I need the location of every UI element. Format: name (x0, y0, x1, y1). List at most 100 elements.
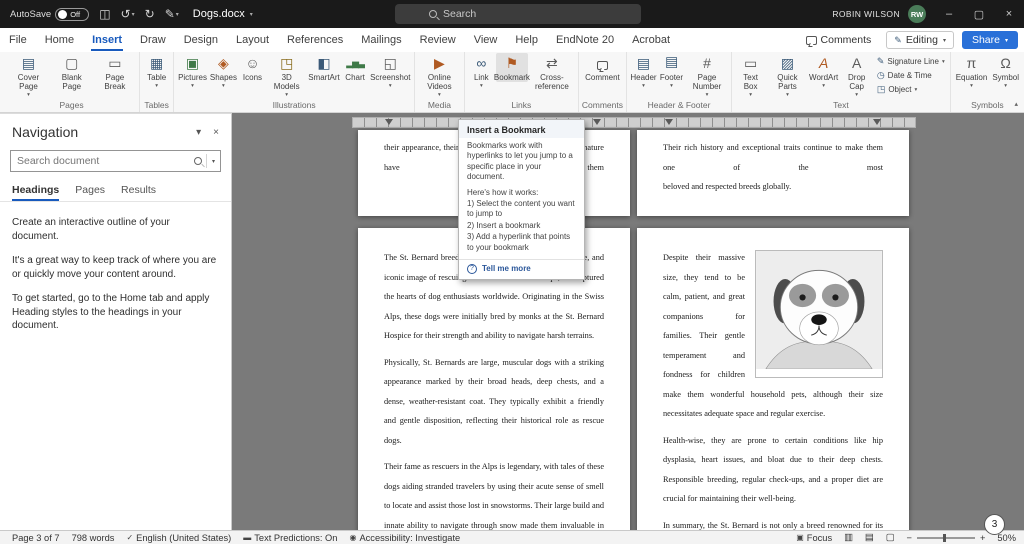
focus-mode-button[interactable]: ▣ Focus (796, 533, 832, 543)
equation-button[interactable]: π Equation ▾ (954, 53, 990, 89)
tab-references[interactable]: References (278, 28, 352, 52)
drop-cap-button[interactable]: A Drop Cap ▾ (840, 53, 874, 98)
tab-view[interactable]: View (465, 28, 507, 52)
cover-page-button[interactable]: ▤ Cover Page ▾ (7, 53, 50, 98)
group-label-comments: Comments (582, 99, 623, 112)
user-name[interactable]: ROBIN WILSON (832, 9, 900, 19)
quick-parts-button[interactable]: ▨ Quick Parts ▾ (767, 53, 808, 98)
pane-options-chevron-icon[interactable]: ▾ (196, 127, 201, 138)
chevron-down-icon: ▾ (438, 92, 441, 98)
pen-icon[interactable]: ✎ (165, 7, 175, 21)
tab-layout[interactable]: Layout (227, 28, 278, 52)
word-count[interactable]: 798 words (72, 533, 115, 543)
comments-button[interactable]: Comments (799, 32, 879, 48)
maximize-button[interactable]: ▢ (964, 0, 994, 28)
close-pane-icon[interactable]: × (213, 127, 219, 138)
autosave-label: AutoSave (10, 9, 51, 20)
table-button[interactable]: ▦ Table ▾ (143, 53, 170, 89)
pictures-button[interactable]: ▣ Pictures ▾ (177, 53, 208, 89)
save-icon[interactable]: ◫ (99, 7, 110, 21)
close-button[interactable]: × (994, 0, 1024, 28)
footer-button[interactable]: ▤ Footer ▾ (658, 53, 685, 89)
search-icon[interactable] (194, 157, 202, 165)
page-indicator[interactable]: Page 3 of 7 (12, 533, 60, 543)
zoom-slider[interactable] (917, 537, 975, 539)
nav-tab-headings[interactable]: Headings (12, 184, 59, 201)
zoom-level[interactable]: 50% (997, 533, 1016, 543)
tab-draw[interactable]: Draw (131, 28, 175, 52)
share-button[interactable]: Share ▾ (962, 31, 1018, 49)
bookmark-button[interactable]: ⚑ Bookmark (496, 53, 528, 82)
tab-file[interactable]: File (0, 28, 36, 52)
cross-reference-button[interactable]: ⇄ Cross-reference (529, 53, 575, 91)
page-break-button[interactable]: ▭ Page Break (94, 53, 137, 91)
symbol-button[interactable]: Ω Symbol ▾ (990, 53, 1021, 89)
button-label: WordArt (809, 73, 838, 82)
margin-marker[interactable] (593, 119, 601, 125)
shapes-button[interactable]: ◈ Shapes ▾ (209, 53, 238, 89)
st-bernard-photo[interactable] (755, 250, 883, 378)
wordart-button[interactable]: A WordArt ▾ (809, 53, 839, 89)
3d-models-button[interactable]: ◳ 3D Models ▾ (267, 53, 306, 98)
link-button[interactable]: ∞ Link ▾ (468, 53, 495, 89)
document-page-4[interactable]: Despite their massive size, they tend to… (637, 228, 909, 530)
tab-design[interactable]: Design (175, 28, 227, 52)
editing-mode-button[interactable]: ✎ Editing ▾ (886, 31, 954, 49)
search-box[interactable]: Search (395, 4, 641, 24)
read-mode-button[interactable]: ▥ (844, 532, 853, 543)
accessibility-indicator[interactable]: Accessibility: Investigate (359, 533, 460, 543)
minimize-button[interactable]: – (934, 0, 964, 28)
nav-tab-results[interactable]: Results (121, 184, 156, 201)
nav-tab-pages[interactable]: Pages (75, 184, 105, 201)
horizontal-ruler[interactable] (352, 117, 916, 128)
object-button[interactable]: ◳ Object ▾ (877, 84, 945, 95)
zoom-out-button[interactable]: − (907, 533, 912, 543)
document-search-box[interactable]: ▾ (10, 150, 221, 172)
margin-marker[interactable] (873, 119, 881, 125)
search-options-chevron-icon[interactable]: ▾ (212, 158, 215, 165)
zoom-slider-thumb[interactable] (943, 534, 946, 542)
nav-help-text: To get started, go to the Home tab and a… (12, 292, 219, 333)
document-page[interactable]: Their rich history and exceptional trait… (637, 130, 909, 216)
document-search-input[interactable] (11, 155, 194, 167)
tell-me-more-link[interactable]: ? Tell me more (459, 259, 584, 279)
autosave-toggle[interactable]: Off (55, 8, 89, 21)
avatar[interactable]: RW (908, 5, 926, 23)
tab-help[interactable]: Help (506, 28, 547, 52)
date-time-button[interactable]: ◷ Date & Time (877, 70, 945, 81)
smartart-button[interactable]: ◧ SmartArt (307, 53, 340, 82)
indent-marker[interactable] (385, 119, 393, 125)
tab-mailings[interactable]: Mailings (352, 28, 410, 52)
document-canvas[interactable]: their appearance, their loyal temperamen… (232, 113, 1024, 530)
screenshot-button[interactable]: ◱ Screenshot ▾ (370, 53, 411, 89)
signature-line-button[interactable]: ✎ Signature Line ▾ (877, 56, 945, 67)
page-number-button[interactable]: # Page Number ▾ (686, 53, 728, 98)
header-button[interactable]: ▤ Header ▾ (630, 53, 657, 89)
web-layout-button[interactable]: ▢ (886, 532, 895, 543)
chevron-down-icon: ▾ (706, 92, 709, 98)
icons-button[interactable]: ☺ Icons (239, 53, 266, 82)
comment-button[interactable]: Comment (583, 53, 622, 82)
document-title[interactable]: Dogs.docx ▾ (193, 8, 253, 20)
pen-chevron-icon[interactable]: ▾ (176, 11, 179, 18)
collapse-ribbon-icon[interactable]: ▴ (1014, 100, 1018, 108)
indent-marker[interactable] (665, 119, 673, 125)
zoom-in-button[interactable]: + (980, 533, 985, 543)
chart-button[interactable]: ▂▅▃ Chart (342, 53, 369, 82)
tab-endnote[interactable]: EndNote 20 (547, 28, 623, 52)
language-indicator[interactable]: English (United States) (136, 533, 231, 543)
online-videos-button[interactable]: ▶ Online Videos ▾ (418, 53, 461, 98)
tab-home[interactable]: Home (36, 28, 83, 52)
tab-acrobat[interactable]: Acrobat (623, 28, 679, 52)
redo-icon[interactable]: ↻ (145, 7, 155, 21)
undo-chevron-icon[interactable]: ▾ (132, 11, 135, 18)
blank-page-button[interactable]: ▢ Blank Page (51, 53, 93, 91)
button-label: Screenshot (370, 73, 410, 82)
text-predictions-indicator[interactable]: Text Predictions: On (254, 533, 337, 543)
tab-insert[interactable]: Insert (83, 28, 131, 52)
tab-review[interactable]: Review (411, 28, 465, 52)
undo-icon[interactable]: ↺ (121, 7, 131, 21)
autosave-control[interactable]: AutoSave Off (10, 8, 89, 21)
text-box-button[interactable]: ▭ Text Box ▾ (735, 53, 766, 98)
print-layout-button[interactable]: ▤ (865, 532, 874, 543)
